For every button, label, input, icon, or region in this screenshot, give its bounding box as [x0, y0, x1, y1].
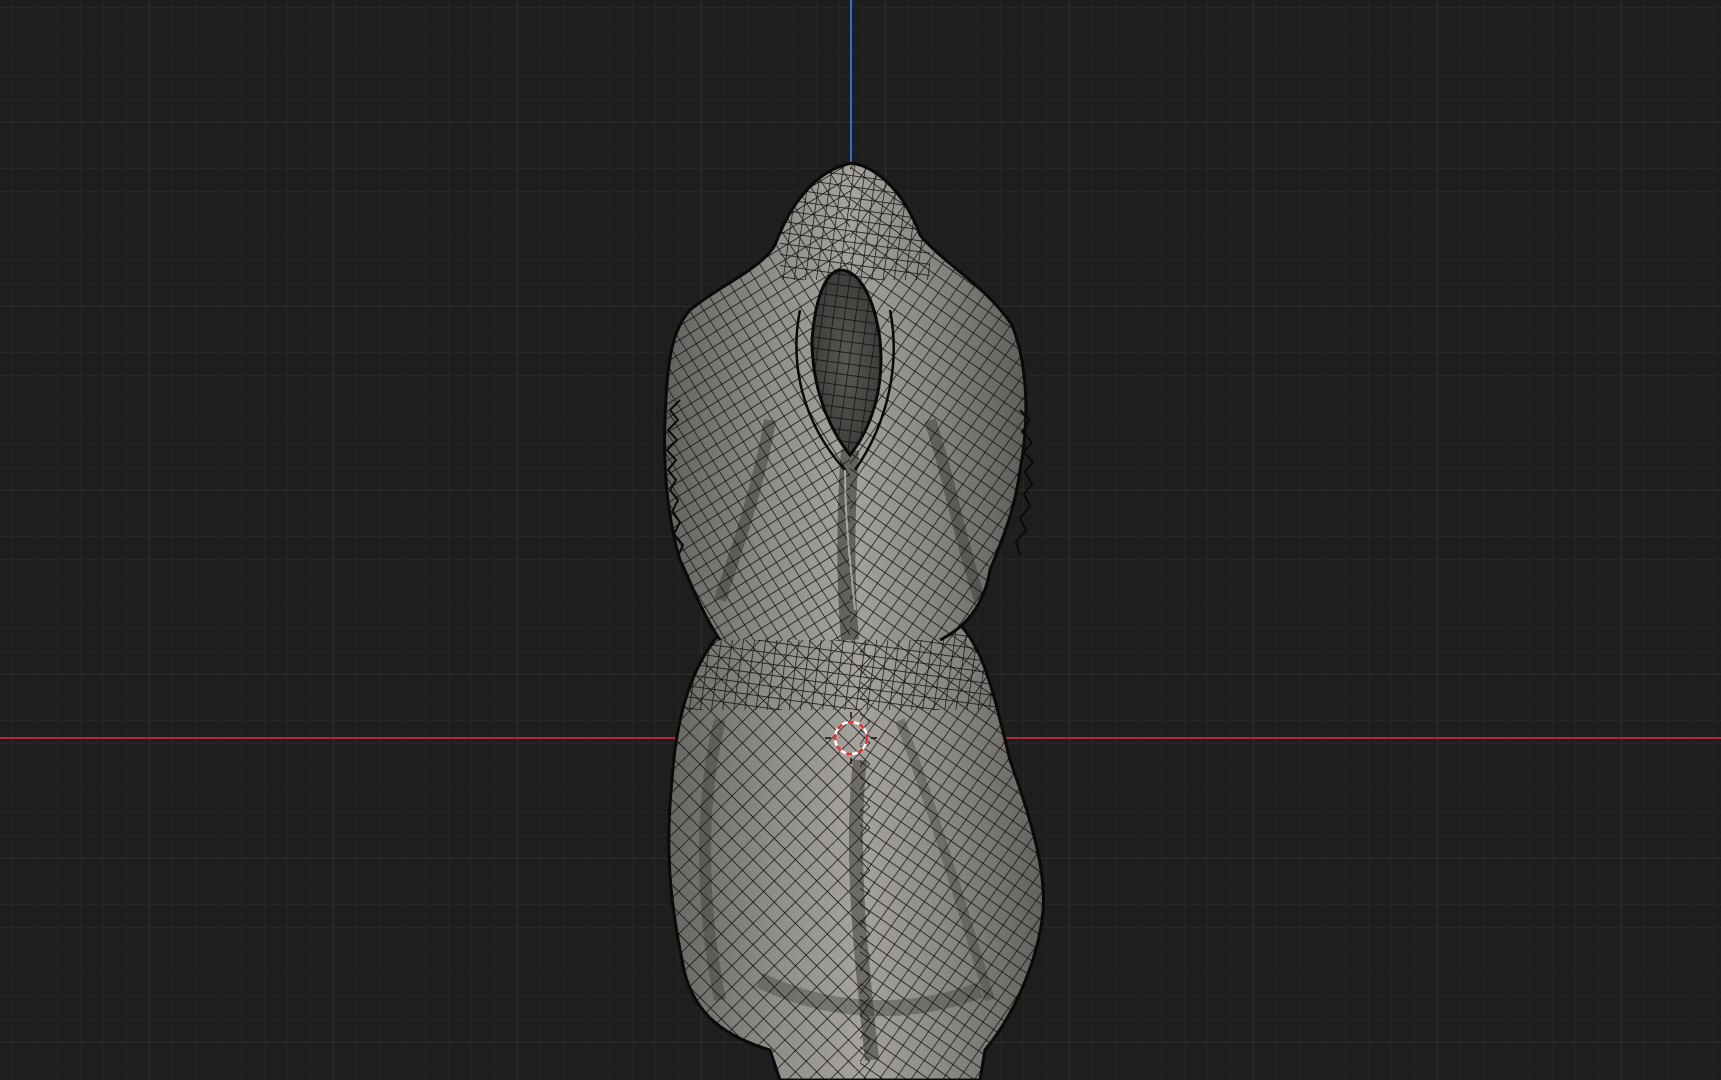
3d-viewport[interactable]: [0, 0, 1721, 1080]
viewport-canvas[interactable]: [0, 0, 1721, 1080]
